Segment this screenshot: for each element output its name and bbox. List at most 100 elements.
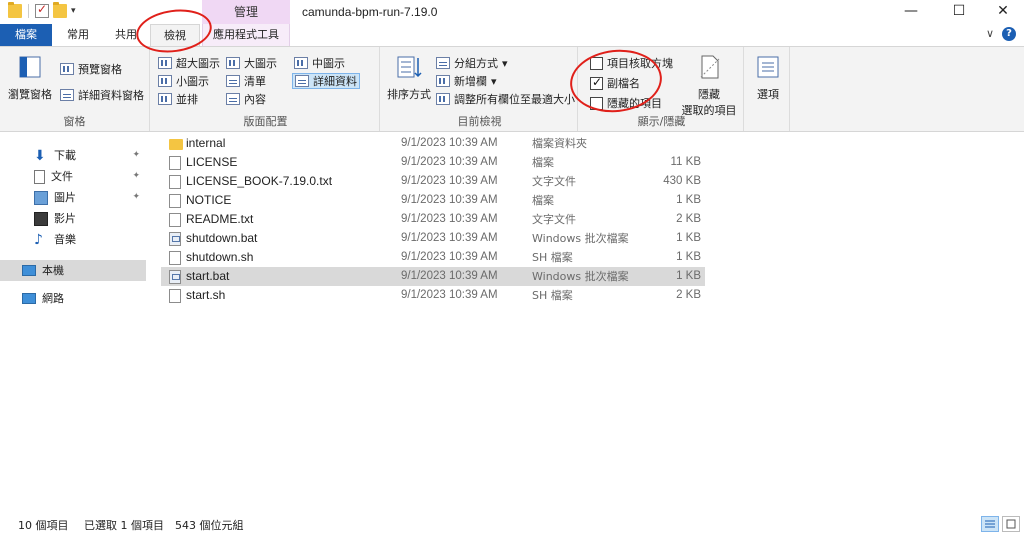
file-name: README.txt — [186, 212, 254, 226]
preview-pane-button[interactable]: 預覽窗格 — [60, 61, 122, 77]
group-label-show-hide: 顯示/隱藏 — [637, 115, 686, 128]
file-row[interactable]: README.txt 9/1/2023 10:39 AM 文字文件 2 KB — [161, 210, 705, 229]
pin-icon[interactable]: ✦ — [132, 166, 140, 187]
nav-pane-label: 瀏覽窗格 — [8, 88, 52, 101]
group-show-hide: 項目核取方塊 副檔名 隱藏的項目 隱藏 選取的項目 顯示/隱藏 — [580, 47, 744, 131]
sort-by-button[interactable]: 排序方式 — [386, 53, 432, 102]
file-size: 11 KB — [670, 156, 701, 168]
nav-item-music[interactable]: ♪ 音樂 — [0, 229, 150, 250]
layout-medium-label: 中圖示 — [312, 57, 345, 70]
tab-share[interactable]: 共用 — [104, 24, 148, 46]
minimize-button[interactable]: — — [888, 0, 934, 24]
tab-app-tools[interactable]: 應用程式工具 — [202, 24, 290, 46]
nav-item-label: 網路 — [42, 292, 64, 305]
layout-small-label: 小圖示 — [176, 75, 209, 88]
file-row[interactable]: LICENSE_BOOK-7.19.0.txt 9/1/2023 10:39 A… — [161, 172, 705, 191]
nav-item-pictures[interactable]: 圖片 ✦ — [0, 187, 150, 208]
file-type: 檔案資料夾 — [532, 137, 587, 150]
ribbon-tabs: 檔案 常用 共用 檢視 應用程式工具 ∨ ? — [0, 24, 1024, 47]
network-icon — [22, 293, 36, 304]
layout-content[interactable]: 內容 — [226, 91, 266, 107]
hidden-items-label: 隱藏的項目 — [607, 97, 662, 110]
text-file-icon — [169, 213, 181, 227]
file-name: LICENSE_BOOK-7.19.0.txt — [186, 174, 333, 188]
add-columns-button[interactable]: 新增欄 ▾ — [436, 73, 497, 89]
text-file-icon — [169, 175, 181, 189]
file-size: 2 KB — [676, 289, 701, 301]
sort-by-label: 排序方式 — [387, 88, 431, 101]
nav-item-documents[interactable]: 文件 ✦ — [0, 166, 150, 187]
file-row[interactable]: internal 9/1/2023 10:39 AM 檔案資料夾 — [161, 134, 705, 153]
preview-pane-icon — [60, 63, 74, 75]
file-row[interactable]: NOTICE 9/1/2023 10:39 AM 檔案 1 KB — [161, 191, 705, 210]
group-current-view: 排序方式 分組方式 ▾ 新增欄 ▾ 調整所有欄位至最適大小 目前檢視 — [382, 47, 578, 131]
file-row[interactable]: shutdown.sh 9/1/2023 10:39 AM SH 檔案 1 KB — [161, 248, 705, 267]
medium-icons-icon — [294, 57, 308, 69]
pin-icon[interactable]: ✦ — [132, 187, 140, 208]
options-icon — [757, 56, 779, 78]
layout-details[interactable]: 詳細資料 — [292, 73, 360, 89]
file-row-selected[interactable]: start.bat 9/1/2023 10:39 AM Windows 批次檔案… — [161, 267, 705, 286]
layout-large-label: 大圖示 — [244, 57, 277, 70]
chevron-down-icon: ▾ — [502, 56, 508, 70]
layout-extra-large[interactable]: 超大圖示 — [158, 55, 220, 71]
nav-pane-button[interactable]: 瀏覽窗格 — [6, 53, 54, 102]
tab-home[interactable]: 常用 — [56, 24, 100, 46]
layout-large[interactable]: 大圖示 — [226, 55, 277, 71]
group-options: 選項 — [746, 47, 790, 131]
group-by-label: 分組方式 — [454, 57, 498, 70]
file-extensions-label: 副檔名 — [607, 77, 640, 90]
large-icons-view-icon — [1006, 519, 1016, 529]
nav-item-label: 本機 — [42, 264, 64, 277]
layout-list[interactable]: 清單 — [226, 73, 266, 89]
file-type: SH 檔案 — [532, 251, 573, 264]
close-button[interactable]: ✕ — [980, 0, 1024, 24]
layout-small[interactable]: 小圖示 — [158, 73, 209, 89]
layout-content-label: 內容 — [244, 93, 266, 106]
properties-icon[interactable] — [35, 2, 49, 18]
tab-view[interactable]: 檢視 — [150, 24, 200, 47]
group-by-button[interactable]: 分組方式 ▾ — [436, 55, 508, 71]
folder-icon[interactable] — [8, 2, 22, 18]
file-extensions-toggle[interactable]: 副檔名 — [590, 75, 640, 91]
layout-medium[interactable]: 中圖示 — [294, 55, 345, 71]
new-folder-icon[interactable] — [53, 2, 67, 18]
details-view-button[interactable] — [981, 516, 999, 532]
list-view-icon — [226, 75, 240, 87]
file-row[interactable]: shutdown.bat 9/1/2023 10:39 AM Windows 批… — [161, 229, 705, 248]
maximize-button[interactable]: ☐ — [936, 0, 982, 24]
hidden-items-checkbox[interactable] — [590, 96, 603, 110]
item-checkboxes-toggle[interactable]: 項目核取方塊 — [590, 55, 673, 71]
file-row[interactable]: start.sh 9/1/2023 10:39 AM SH 檔案 2 KB — [161, 286, 705, 305]
large-icons-view-button[interactable] — [1002, 516, 1020, 532]
nav-item-downloads[interactable]: ⬇ 下載 ✦ — [0, 145, 150, 166]
pin-icon[interactable]: ✦ — [132, 145, 140, 166]
options-button[interactable]: 選項 — [750, 53, 786, 102]
help-icon[interactable]: ? — [1002, 27, 1016, 41]
file-name: shutdown.bat — [186, 231, 258, 245]
file-name: NOTICE — [186, 193, 232, 207]
file-row[interactable]: LICENSE 9/1/2023 10:39 AM 檔案 11 KB — [161, 153, 705, 172]
nav-item-network[interactable]: 網路 — [0, 288, 150, 309]
item-checkboxes-checkbox[interactable] — [590, 56, 603, 70]
nav-item-videos[interactable]: 影片 — [0, 208, 150, 229]
expand-ribbon-icon[interactable]: ∨ — [986, 27, 994, 41]
tab-file[interactable]: 檔案 — [0, 24, 52, 46]
file-type: 文字文件 — [532, 213, 576, 226]
size-columns-button[interactable]: 調整所有欄位至最適大小 — [436, 91, 575, 107]
file-size: 1 KB — [676, 251, 701, 263]
group-by-icon — [436, 57, 450, 69]
nav-item-this-pc[interactable]: 本機 — [0, 260, 146, 281]
details-pane-button[interactable]: 詳細資料窗格 — [60, 87, 144, 103]
hide-selected-button[interactable]: 隱藏 選取的項目 — [678, 53, 740, 118]
selected-count: 已選取 1 個項目 — [84, 519, 164, 532]
layout-tiles[interactable]: 並排 — [158, 91, 198, 107]
size-columns-label: 調整所有欄位至最適大小 — [454, 93, 575, 106]
status-bar: 10 個項目 已選取 1 個項目 543 個位元組 — [0, 512, 1024, 536]
customize-toolbar-dropdown[interactable]: ▾ — [71, 6, 76, 16]
details-view-icon — [295, 75, 309, 87]
file-extensions-checkbox[interactable] — [590, 75, 603, 90]
hidden-items-toggle[interactable]: 隱藏的項目 — [590, 95, 662, 111]
file-name: internal — [186, 136, 226, 150]
file-size: 1 KB — [676, 270, 701, 282]
